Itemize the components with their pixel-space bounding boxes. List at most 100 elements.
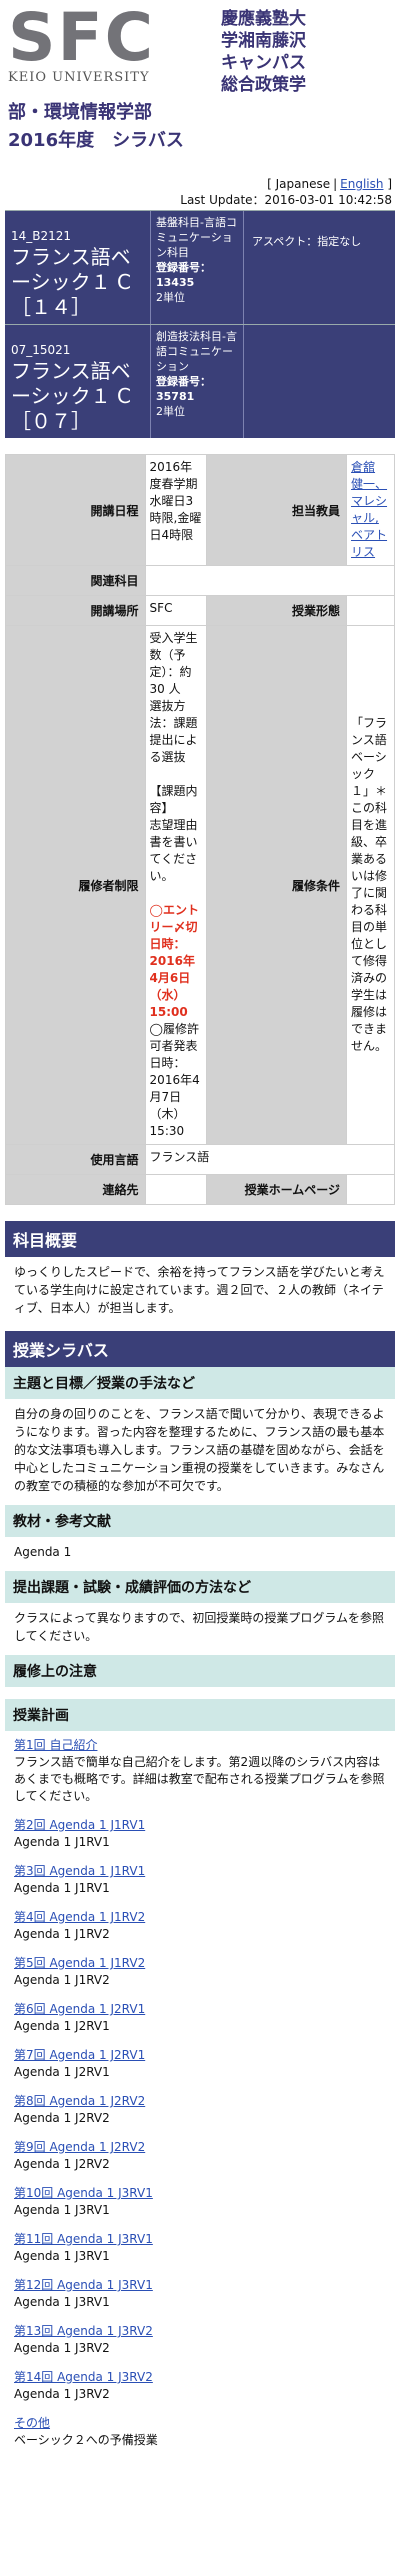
textbook-header: 教材・参考文献 [5, 1505, 395, 1537]
plan-item-title[interactable]: その他 [14, 2415, 386, 2432]
plan-item-desc: Agenda 1 J1RV2 [14, 1973, 110, 1987]
last-update-label: Last Update： [180, 193, 265, 207]
plan-item-title[interactable]: 第8回 Agenda 1 J2RV2 [14, 2093, 386, 2110]
plan-item: その他 ベーシック２への予備授業 [14, 2415, 386, 2449]
page-meta: [ Japanese | English ] Last Update：2016-03… [0, 156, 400, 210]
plan-item-desc: Agenda 1 J3RV1 [14, 2249, 110, 2263]
plan-item-title[interactable]: 第2回 Agenda 1 J1RV1 [14, 1817, 386, 1834]
syllabus-header: 授業シラバス [5, 1331, 395, 1367]
plan-header: 授業計画 [5, 1699, 395, 1731]
dept-title: 部・環境情報学部 [8, 102, 152, 123]
condition-value: 「フランス語ベーシック１」＊この科目を進級、卒業あるいは修了に関わる科目の単位と… [346, 625, 395, 1145]
contact-value [144, 1174, 208, 1205]
restriction-task-heading: 【課題内容】 [149, 784, 198, 815]
location-label: 開講場所 [5, 595, 146, 626]
campus-name: 慶應義塾大 学湘南藤沢 キャンパス 総合政策学 [221, 8, 306, 96]
course-title: フランス語ベーシック１ C［０７］ [11, 359, 131, 433]
restriction-label: 履修者制限 [5, 625, 146, 1145]
keio-university-text: KEIO UNIVERSITY [8, 70, 150, 85]
lang-english-link[interactable]: English [340, 177, 383, 191]
assessment-header: 提出課題・試験・成績評価の方法など [5, 1571, 395, 1603]
reg-label: 登録番号： [156, 261, 211, 274]
restriction-task: 志望理由書を書いてください。 [149, 818, 198, 883]
plan-item-title[interactable]: 第7回 Agenda 1 J2RV1 [14, 2047, 386, 2064]
course-code: 14_B2121 [11, 229, 72, 243]
course-category: 基盤科目-言語コミュニケーション科目 [156, 216, 237, 259]
plan-item: 第11回 Agenda 1 J3RV1 Agenda 1 J3RV1 [14, 2231, 386, 2265]
plan-item-desc: フランス語で簡単な自己紹介をします。第2週以降のシラバス内容はあくまでも概略です… [14, 1755, 385, 1803]
plan-item-desc: ベーシック２への予備授業 [14, 2433, 158, 2447]
plan-item-title[interactable]: 第10回 Agenda 1 J3RV1 [14, 2185, 386, 2202]
language-value: フランス語 [144, 1144, 396, 1175]
instructor-label: 担当教員 [206, 454, 348, 566]
homepage-value [346, 1174, 395, 1205]
overview-header: 科目概要 [5, 1221, 395, 1257]
plan-item-title[interactable]: 第14回 Agenda 1 J3RV2 [14, 2369, 386, 2386]
plan-item-title[interactable]: 第5回 Agenda 1 J1RV2 [14, 1955, 386, 1972]
plan-item-desc: Agenda 1 J3RV2 [14, 2387, 110, 2401]
info-row: 開講場所 SFC 授業形態 [5, 595, 395, 626]
plan-item-title[interactable]: 第12回 Agenda 1 J3RV1 [14, 2277, 386, 2294]
course-id-cell: 07_15021 フランス語ベーシック１ C［０７］ [5, 325, 151, 438]
plan-item-title[interactable]: 第9回 Agenda 1 J2RV2 [14, 2139, 386, 2156]
course-aspect: アスペクト：指定なし [252, 235, 362, 248]
plan-item: 第2回 Agenda 1 J1RV1 Agenda 1 J1RV1 [14, 1817, 386, 1851]
reg-label: 登録番号： [156, 375, 211, 388]
related-label: 関連科目 [5, 565, 146, 596]
plan-item: 第6回 Agenda 1 J2RV1 Agenda 1 J2RV1 [14, 2001, 386, 2035]
page-header: SFC KEIO UNIVERSITY 慶應義塾大 学湘南藤沢 キャンパス 総合… [0, 0, 400, 156]
related-value [144, 565, 396, 596]
plan-item-desc: Agenda 1 J2RV2 [14, 2111, 110, 2125]
language-label: 使用言語 [5, 1144, 146, 1175]
campus-line: キャンパス [221, 53, 306, 73]
plan-item: 第1回 自己紹介 フランス語で簡単な自己紹介をします。第2週以降のシラバス内容はあ… [14, 1737, 386, 1805]
reg-number: 35781 [156, 390, 195, 403]
campus-line: 慶應義塾大 [221, 9, 306, 29]
plan-item-title[interactable]: 第13回 Agenda 1 J3RV2 [14, 2323, 386, 2340]
notes-header: 履修上の注意 [5, 1655, 395, 1687]
plan-item: 第8回 Agenda 1 J2RV2 Agenda 1 J2RV2 [14, 2093, 386, 2127]
location-value: SFC [144, 595, 208, 626]
plan-item: 第5回 Agenda 1 J1RV2 Agenda 1 J1RV2 [14, 1955, 386, 1989]
overview-text: ゆっくりしたスピードで、余裕を持ってフランス語を学びたいと考えている学生向けに設… [14, 1265, 385, 1315]
campus-line: 総合政策学 [221, 75, 306, 95]
restriction-capacity: 受入学生数（予定）：約 30 人 [149, 631, 198, 696]
plan-item-title[interactable]: 第1回 自己紹介 [14, 1737, 386, 1754]
plan-item-desc: Agenda 1 J2RV2 [14, 2157, 110, 2171]
schedule-value: 2016年度春学期水曜日3時限,金曜日4時限 [144, 454, 208, 566]
plan-item-title[interactable]: 第6回 Agenda 1 J2RV1 [14, 2001, 386, 2018]
condition-label: 履修条件 [206, 625, 348, 1145]
plan-item-title[interactable]: 第4回 Agenda 1 J1RV2 [14, 1909, 386, 1926]
plan-item-desc: Agenda 1 J1RV1 [14, 1881, 110, 1895]
plan-list: 第1回 自己紹介 フランス語で簡単な自己紹介をします。第2週以降のシラバス内容はあ… [0, 1731, 400, 2471]
course-aspect [244, 325, 395, 438]
schedule-label: 開講日程 [5, 454, 146, 566]
homepage-label: 授業ホームページ [206, 1174, 348, 1205]
course-info-table: 開講日程 2016年度春学期水曜日3時限,金曜日4時限 担当教員 倉舘 健一、マ… [5, 454, 396, 1205]
plan-item-desc: Agenda 1 J3RV2 [14, 2341, 110, 2355]
plan-item-title[interactable]: 第11回 Agenda 1 J3RV1 [14, 2231, 386, 2248]
plan-item: 第13回 Agenda 1 J3RV2 Agenda 1 J3RV2 [14, 2323, 386, 2357]
course-detail-cell: 創造技法科目-言語コミュニケーション 登録番号： 35781 2単位 [151, 325, 244, 438]
goals-text: 自分の身の回りのことを、フランス語で聞いて分かり、表現できるようになります。習っ… [14, 1407, 385, 1493]
course-title: フランス語ベーシック１ C［１４］ [11, 245, 131, 319]
plan-item: 第9回 Agenda 1 J2RV2 Agenda 1 J2RV2 [14, 2139, 386, 2173]
notes-text [0, 1687, 400, 1699]
plan-item: 第7回 Agenda 1 J2RV1 Agenda 1 J2RV1 [14, 2047, 386, 2081]
info-row: 開講日程 2016年度春学期水曜日3時限,金曜日4時限 担当教員 倉舘 健一、マ… [5, 454, 395, 566]
course-credits: 2単位 [156, 405, 185, 418]
info-row: 使用言語 フランス語 [5, 1144, 396, 1175]
course-block: 14_B2121 フランス語ベーシック１ C［１４］ 基盤科目-言語コミュニケー… [5, 210, 395, 324]
plan-item-desc: Agenda 1 J3RV1 [14, 2203, 110, 2217]
contact-label: 連絡先 [5, 1174, 146, 1205]
plan-item: 第4回 Agenda 1 J1RV2 Agenda 1 J1RV2 [14, 1909, 386, 1943]
entry-deadline: ◯エントリー〆切日時：2016年4月6日（水）15:00 [149, 903, 199, 1019]
lang-japanese: Japanese [275, 177, 331, 191]
goals-header: 主題と目標／授業の手法など [5, 1367, 395, 1399]
sfc-logo: SFC KEIO UNIVERSITY [8, 5, 213, 86]
course-code: 07_15021 [11, 343, 71, 357]
course-credits: 2単位 [156, 291, 185, 304]
instructor-link[interactable]: 倉舘 健一、マレシャル, ベアトリス [351, 460, 387, 559]
info-row: 連絡先 授業ホームページ [5, 1174, 395, 1205]
plan-item-title[interactable]: 第3回 Agenda 1 J1RV1 [14, 1863, 386, 1880]
